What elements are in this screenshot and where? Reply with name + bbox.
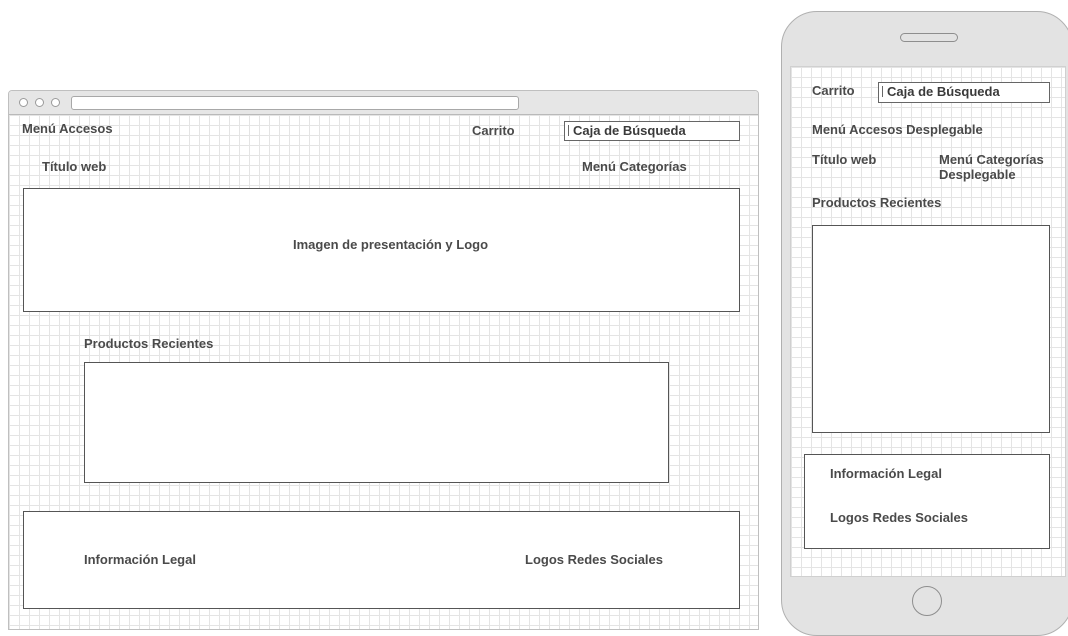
desktop-social-logos[interactable]: Logos Redes Sociales <box>525 552 663 567</box>
mobile-recent-products-heading: Productos Recientes <box>812 195 942 210</box>
mobile-site-title: Título web <box>812 152 877 167</box>
desktop-site-title: Título web <box>42 159 107 174</box>
mobile-footer: Información Legal Logos Redes Sociales <box>804 454 1050 549</box>
desktop-legal-info[interactable]: Información Legal <box>84 552 196 567</box>
mobile-recent-products-area <box>812 225 1050 433</box>
mobile-legal-info[interactable]: Información Legal <box>830 466 942 481</box>
desktop-recent-products-area <box>84 362 669 483</box>
desktop-search-input[interactable]: Caja de Búsqueda <box>564 121 740 141</box>
url-bar[interactable] <box>71 96 519 110</box>
mobile-wireframe: Carrito Caja de Búsqueda Menú Accesos De… <box>781 11 1068 636</box>
window-close-dot[interactable] <box>19 98 28 107</box>
mobile-category-menu-line1[interactable]: Menú Categorías <box>939 152 1044 167</box>
text-cursor <box>568 125 569 136</box>
mobile-menu-accesos[interactable]: Menú Accesos Desplegable <box>812 122 983 137</box>
desktop-footer: Información Legal Logos Redes Sociales <box>23 511 740 609</box>
desktop-search-placeholder: Caja de Búsqueda <box>573 123 686 138</box>
phone-home-button[interactable] <box>912 586 942 616</box>
browser-toolbar <box>9 91 758 115</box>
window-minimize-dot[interactable] <box>35 98 44 107</box>
desktop-cart-link[interactable]: Carrito <box>472 123 515 138</box>
desktop-page-canvas: Menú Accesos Carrito Caja de Búsqueda Tí… <box>9 115 758 629</box>
mobile-social-logos[interactable]: Logos Redes Sociales <box>830 510 968 525</box>
mobile-search-input[interactable]: Caja de Búsqueda <box>878 82 1050 103</box>
desktop-hero-label: Imagen de presentación y Logo <box>293 237 489 252</box>
mobile-search-placeholder: Caja de Búsqueda <box>887 84 1000 99</box>
desktop-hero-banner: Imagen de presentación y Logo <box>23 188 740 312</box>
window-maximize-dot[interactable] <box>51 98 60 107</box>
mobile-cart-link[interactable]: Carrito <box>812 83 855 98</box>
desktop-category-menu[interactable]: Menú Categorías <box>582 159 687 174</box>
desktop-menu-accesos[interactable]: Menú Accesos <box>22 121 113 136</box>
text-cursor <box>882 86 883 97</box>
phone-speaker <box>900 33 958 42</box>
mobile-page-canvas: Carrito Caja de Búsqueda Menú Accesos De… <box>790 66 1066 577</box>
mobile-category-menu-line2[interactable]: Desplegable <box>939 167 1016 182</box>
desktop-wireframe: Menú Accesos Carrito Caja de Búsqueda Tí… <box>8 90 759 630</box>
desktop-recent-products-heading: Productos Recientes <box>84 336 214 351</box>
